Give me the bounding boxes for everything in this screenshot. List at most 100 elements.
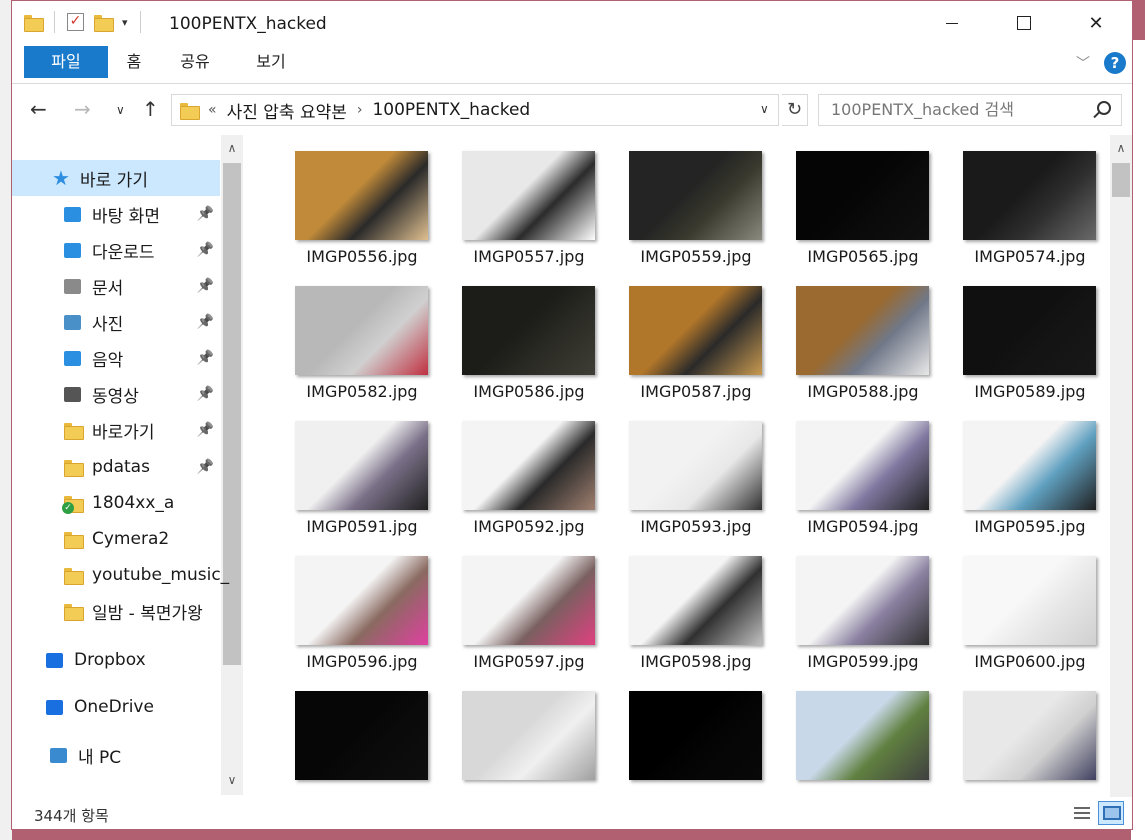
sidebar-item[interactable]: Dropbox [12,642,220,678]
desktop-icon [64,205,84,223]
file-item[interactable]: IMGP0592.jpg [446,411,596,541]
scrollbar-thumb[interactable] [223,163,241,665]
pin-icon: 📌 [196,206,214,222]
file-name: IMGP0587.jpg [640,382,752,401]
file-item[interactable]: IMGP0586.jpg [446,276,596,406]
recent-locations-icon[interactable]: ∨ [116,103,125,117]
file-name: IMGP0596.jpg [306,652,418,671]
sidebar-scrollbar[interactable]: ∧ ∨ [221,135,243,795]
sidebar-item-label: 문서 [92,278,124,299]
folder-synced-icon: ✓ [62,494,84,514]
tab-view[interactable]: 보기 [246,46,296,78]
file-item[interactable]: IMGP0595.jpg [947,411,1097,541]
dropbox-icon [46,651,66,669]
scrollbar-thumb[interactable] [1112,163,1130,197]
star-icon: ★ [52,166,70,190]
sidebar-item[interactable]: 다운로드 📌 [12,232,220,268]
file-item[interactable]: IMGP0591.jpg [279,411,429,541]
forward-arrow-icon[interactable]: → [74,97,91,121]
sidebar-item[interactable]: Cymera2 [12,521,220,557]
sidebar-item[interactable]: 동영상 📌 [12,376,220,412]
expand-ribbon-icon[interactable]: ﹀ [1076,53,1090,73]
customize-toolbar-arrow-icon[interactable]: ▾ [122,16,128,29]
file-item[interactable] [279,681,429,797]
sidebar-item[interactable]: ✓ 1804xx_a [12,485,220,521]
file-item[interactable]: IMGP0594.jpg [780,411,930,541]
help-icon[interactable]: ? [1104,52,1126,74]
file-item[interactable] [780,681,930,797]
address-bar[interactable]: « 사진 압축 요약본 › 100PENTX_hacked [171,94,779,126]
chevron-right-icon[interactable]: › [357,102,363,118]
sidebar-item[interactable]: youtube_music_ [12,557,229,593]
sidebar-item[interactable]: ★ 바로 가기 [12,160,220,196]
sidebar-item[interactable]: 내 PC [12,737,220,773]
sidebar-item[interactable]: 문서 📌 [12,268,220,304]
minimize-button[interactable] [916,1,988,45]
file-item[interactable] [613,681,763,797]
sidebar-item-label: OneDrive [74,697,154,717]
file-item[interactable] [947,681,1097,797]
file-item[interactable]: IMGP0582.jpg [279,276,429,406]
new-folder-icon[interactable] [94,14,114,32]
sidebar-item-label: pdatas [92,457,150,477]
sidebar-item-label: 동영상 [92,386,139,407]
file-item[interactable]: IMGP0587.jpg [613,276,763,406]
file-item[interactable]: IMGP0588.jpg [780,276,930,406]
up-arrow-icon[interactable]: ↑ [142,97,159,121]
tab-share[interactable]: 공유 [170,46,220,78]
search-icon[interactable] [1097,101,1111,115]
breadcrumb-overflow[interactable]: « [208,102,217,118]
file-list: IMGP0556.jpg IMGP0557.jpg IMGP0559.jpg IMGP… [244,135,1110,797]
file-item[interactable]: IMGP0597.jpg [446,546,596,676]
content-scrollbar[interactable]: ∧ [1110,135,1132,797]
tab-home[interactable]: 홈 [112,46,156,78]
file-item[interactable]: IMGP0565.jpg [780,141,930,271]
file-item[interactable]: IMGP0559.jpg [613,141,763,271]
sidebar-item[interactable]: OneDrive [12,689,220,725]
sidebar-item[interactable]: 바로가기 📌 [12,412,220,448]
image-thumbnail [796,556,929,645]
file-explorer-window: ✓ ▾ 100PENTX_hacked ✕ 파일 홈 공유 보기 ﹀ ? ← →… [11,0,1133,830]
scroll-up-icon[interactable]: ∧ [1110,141,1132,155]
file-item[interactable] [446,681,596,797]
sidebar-item-label: 사진 [92,314,124,335]
file-item[interactable]: IMGP0574.jpg [947,141,1097,271]
properties-icon[interactable]: ✓ [67,13,84,31]
refresh-button[interactable]: ↻ [782,94,808,126]
sidebar-item[interactable]: 일밤 - 복면가왕 [12,593,220,629]
large-icons-view-button[interactable] [1098,801,1124,825]
folder-icon [64,602,84,621]
file-item[interactable]: IMGP0593.jpg [613,411,763,541]
image-thumbnail [629,286,762,375]
image-thumbnail [462,151,595,240]
breadcrumb-item[interactable]: 사진 압축 요약본 [227,98,347,123]
file-item[interactable]: IMGP0596.jpg [279,546,429,676]
details-view-button[interactable] [1068,801,1094,825]
pin-icon: 📌 [196,242,214,258]
scroll-up-icon[interactable]: ∧ [221,141,243,155]
sidebar-item[interactable]: 음악 📌 [12,340,220,376]
file-item[interactable]: IMGP0599.jpg [780,546,930,676]
file-item[interactable]: IMGP0557.jpg [446,141,596,271]
download-icon [64,241,84,259]
sidebar-item[interactable]: 사진 📌 [12,304,220,340]
file-item[interactable]: IMGP0556.jpg [279,141,429,271]
sidebar-item[interactable]: 바탕 화면 📌 [12,196,220,232]
file-name: IMGP0595.jpg [974,517,1086,536]
tab-file[interactable]: 파일 [24,46,108,78]
maximize-button[interactable] [988,1,1060,45]
back-arrow-icon[interactable]: ← [30,97,47,121]
file-item[interactable]: IMGP0589.jpg [947,276,1097,406]
file-item[interactable]: IMGP0600.jpg [947,546,1097,676]
file-name: IMGP0556.jpg [306,247,418,266]
sidebar-item-label: 바로가기 [92,422,155,443]
file-name: IMGP0593.jpg [640,517,752,536]
search-input[interactable]: 100PENTX_hacked 검색 [818,94,1122,126]
scroll-down-icon[interactable]: ∨ [221,773,243,787]
sidebar-item[interactable]: pdatas 📌 [12,449,220,485]
close-button[interactable]: ✕ [1060,1,1132,45]
file-name: IMGP0588.jpg [807,382,919,401]
address-dropdown-icon[interactable]: ∨ [760,102,769,116]
file-item[interactable]: IMGP0598.jpg [613,546,763,676]
breadcrumb-item[interactable]: 100PENTX_hacked [372,100,530,120]
